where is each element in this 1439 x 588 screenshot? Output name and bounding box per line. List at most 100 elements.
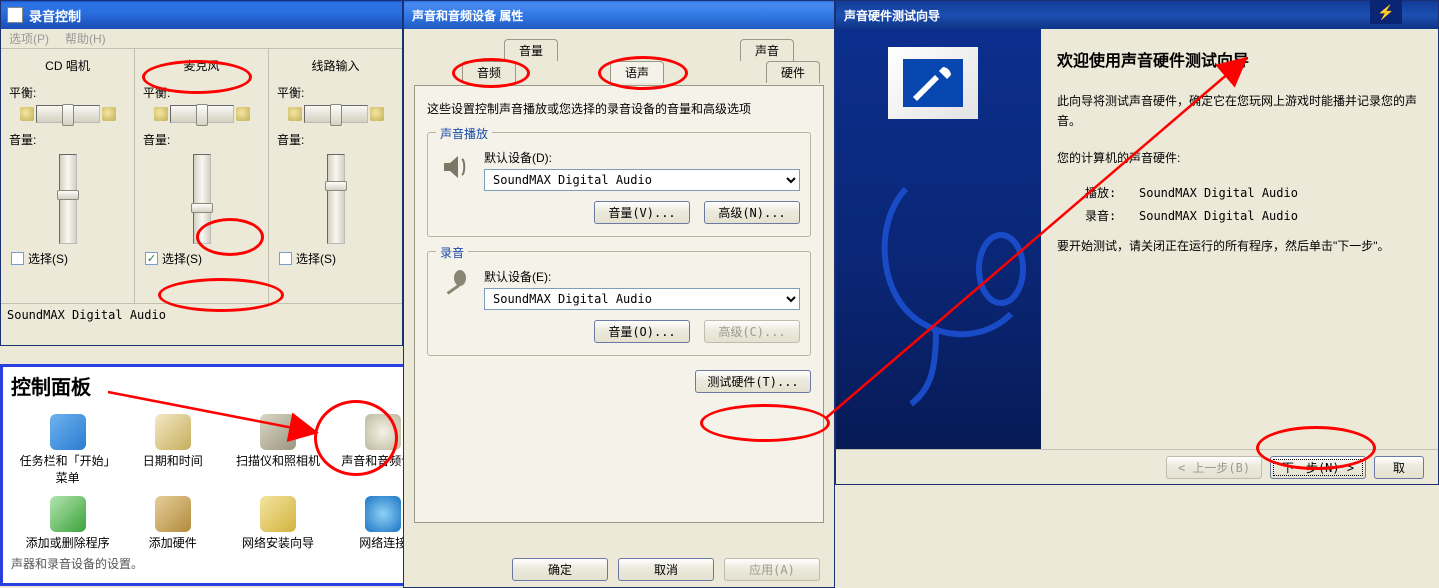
control-panel-item-label: 网络安装向导 [227,534,328,551]
balance-control[interactable] [139,105,264,123]
playback-volume-button[interactable]: 音量(V)... [594,201,690,224]
control-panel-item[interactable]: 添加或删除程序 [17,496,118,551]
tabs: 音量 声音 音频 语声 硬件 [414,39,824,85]
cancel-button[interactable]: 取消 [618,558,714,581]
speaker-right-icon [370,107,384,121]
balance-label: 平衡: [143,84,260,101]
volume-slider[interactable] [327,154,345,244]
tab-hardware[interactable]: 硬件 [766,61,820,83]
menu-help[interactable]: 帮助(H) [65,30,106,47]
control-panel-item-icon [50,496,86,532]
volume-label: 音量: [277,131,394,148]
balance-slider[interactable] [36,105,100,123]
record-advanced-button: 高级(C)... [704,320,800,343]
status-bar: SoundMAX Digital Audio [1,303,402,325]
wizard-content: 欢迎使用声音硬件测试向导 此向导将测试声音硬件，确定它在您玩网上游戏时能播并记录… [1041,29,1438,449]
menu-options[interactable]: 选项(P) [9,30,49,47]
window-title: 声音和音频设备 属性 [412,7,523,24]
mixer-col-title: 线路输入 [273,57,398,74]
speaker-icon [438,149,474,185]
wizard-titlebar[interactable]: 声音硬件测试向导 [836,1,1438,29]
control-panel-item[interactable]: 扫描仪和照相机 [227,414,328,486]
control-panel-item-label: 任务栏和「开始」菜单 [17,452,118,486]
record-device-select[interactable]: SoundMAX Digital Audio [484,288,800,310]
playback-advanced-button[interactable]: 高级(N)... [704,201,800,224]
wizard-device-list: 播放:SoundMAX Digital Audio 录音:SoundMAX Di… [1057,184,1426,224]
select-checkbox[interactable]: ✓ [145,252,158,265]
select-checkbox[interactable] [279,252,292,265]
next-button[interactable]: 下一步(N) > [1270,456,1366,479]
record-group: 录音 默认设备(E): SoundMAX Digital Audio 音量(O)… [427,251,811,356]
control-panel-item[interactable]: 日期和时间 [122,414,223,486]
tab-sounds[interactable]: 声音 [740,39,794,61]
play-device: SoundMAX Digital Audio [1139,186,1298,200]
playback-group: 声音播放 默认设备(D): SoundMAX Digital Audio 音量(… [427,132,811,237]
wizard-buttons: < 上一步(B) 下一步(N) > 取 [836,449,1438,485]
mixer-col-linein: 线路输入 平衡: 音量: 选择(S) [269,49,402,303]
recording-control-titlebar[interactable]: 录音控制 [1,1,402,29]
control-panel-item-label: 添加硬件 [122,534,223,551]
control-panel-item-icon [155,414,191,450]
control-panel-item-icon [365,414,401,450]
tab-voice[interactable]: 语声 [610,61,664,83]
wizard-hardware-label: 您的计算机的声音硬件: [1057,148,1426,168]
mixer-columns: CD 唱机 平衡: 音量: 选择(S) 麦克风 平衡: 音量: [1,49,402,303]
app-icon [7,7,23,23]
speaker-left-icon [288,107,302,121]
mixer-col-cd: CD 唱机 平衡: 音量: 选择(S) [1,49,135,303]
apply-button: 应用(A) [724,558,820,581]
record-default-label: 默认设备(E): [484,268,800,285]
recording-control-window: 录音控制 选项(P) 帮助(H) CD 唱机 平衡: 音量: 选择(S) 麦克风… [0,0,403,346]
test-hardware-button[interactable]: 测试硬件(T)... [695,370,811,393]
sound-hardware-test-wizard-window: 声音硬件测试向导 欢迎使用声音硬件测试向导 此向导将测试声音硬件，确定它在您玩网… [835,0,1439,485]
volume-label: 音量: [143,131,260,148]
rec-device: SoundMAX Digital Audio [1139,209,1298,223]
mixer-col-mic: 麦克风 平衡: 音量: ✓ 选择(S) [135,49,269,303]
volume-slider[interactable] [193,154,211,244]
control-panel-item-label: 日期和时间 [122,452,223,469]
tab-content-voice: 这些设置控制声音播放或您选择的录音设备的音量和高级选项 声音播放 默认设备(D)… [414,85,824,523]
control-panel-item-icon [260,496,296,532]
play-label: 播放: [1085,184,1139,201]
control-panel-item-label: 扫描仪和照相机 [227,452,328,469]
mixer-col-title: 麦克风 [139,57,264,74]
wizard-intro: 此向导将测试声音硬件，确定它在您玩网上游戏时能播并记录您的声音。 [1057,91,1426,132]
sound-audio-devices-window: 声音和音频设备 属性 音量 声音 音频 语声 硬件 这些设置控制声音播放或您选择… [403,0,835,588]
back-button: < 上一步(B) [1166,456,1262,479]
tab-audio[interactable]: 音频 [462,61,516,83]
playback-legend: 声音播放 [436,125,492,142]
wizard-side-graphic [836,29,1041,449]
control-panel-item[interactable]: 添加硬件 [122,496,223,551]
select-label: 选择(S) [162,250,202,267]
speaker-right-icon [102,107,116,121]
volume-label: 音量: [9,131,126,148]
balance-control[interactable] [5,105,130,123]
control-panel-item-icon [50,414,86,450]
control-panel-item-icon [260,414,296,450]
cancel-button[interactable]: 取 [1374,456,1424,479]
mixer-col-title: CD 唱机 [5,57,130,74]
window-title: 声音硬件测试向导 [844,7,940,24]
select-checkbox[interactable] [11,252,24,265]
tab-volume[interactable]: 音量 [504,39,558,61]
ok-button[interactable]: 确定 [512,558,608,581]
volume-slider[interactable] [59,154,77,244]
record-volume-button[interactable]: 音量(O)... [594,320,690,343]
speaker-left-icon [20,107,34,121]
control-panel-item[interactable]: 任务栏和「开始」菜单 [17,414,118,486]
control-panel-item-label: 添加或删除程序 [17,534,118,551]
playback-device-select[interactable]: SoundMAX Digital Audio [484,169,800,191]
balance-slider[interactable] [170,105,234,123]
sound-audio-titlebar[interactable]: 声音和音频设备 属性 [404,1,834,29]
select-label: 选择(S) [296,250,336,267]
menu-bar: 选项(P) 帮助(H) [1,29,402,49]
playback-default-label: 默认设备(D): [484,149,800,166]
record-legend: 录音 [436,244,468,261]
control-panel-item[interactable]: 网络安装向导 [227,496,328,551]
balance-slider[interactable] [304,105,368,123]
balance-control[interactable] [273,105,398,123]
speaker-left-icon [154,107,168,121]
rec-label: 录音: [1085,207,1139,224]
control-panel-item-icon [365,496,401,532]
balance-label: 平衡: [9,84,126,101]
